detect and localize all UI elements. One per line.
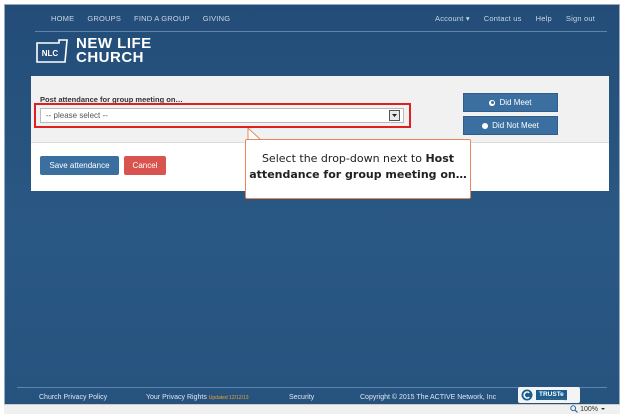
truste-sublabel: Certified Privacy (541, 397, 567, 401)
privacy-rights-link[interactable]: Your Privacy Rights Updated 12/12/13 (146, 394, 249, 401)
callout-prefix: Select the drop-down next to (261, 152, 426, 165)
nav-home-link[interactable]: HOME (51, 14, 74, 23)
save-attendance-button[interactable]: Save attendance (40, 156, 119, 175)
nav-account-menu[interactable]: Account ▾ (435, 14, 470, 23)
did-meet-radio[interactable]: Did Meet (463, 93, 558, 112)
logo-mark-text: NLC (42, 49, 59, 58)
nav-giving-link[interactable]: GIVING (203, 14, 230, 23)
security-link[interactable]: Security (289, 394, 314, 401)
radio-unselected-icon (482, 122, 489, 129)
cancel-button[interactable]: Cancel (124, 156, 166, 175)
zoom-control[interactable]: 100% (570, 405, 606, 413)
select-value: -- please select -- (46, 111, 108, 120)
did-not-meet-radio[interactable]: Did Not Meet (463, 116, 558, 135)
church-logo[interactable]: NLC NEW LIFE CHURCH (35, 36, 152, 66)
logo-line-2: CHURCH (76, 49, 144, 66)
did-meet-label: Did Meet (499, 98, 532, 107)
copyright-text: Copyright © 2015 The ACTIVE Network, Inc (360, 394, 497, 401)
nav-help-link[interactable]: Help (536, 14, 552, 23)
meeting-date-select[interactable]: -- please select -- (40, 108, 404, 123)
page-footer: Church Privacy Policy Your Privacy Right… (5, 387, 619, 405)
privacy-policy-link[interactable]: Church Privacy Policy (39, 394, 107, 401)
nav-find-group-link[interactable]: FIND A GROUP (134, 14, 190, 23)
radio-selected-icon (489, 99, 496, 106)
truste-logo-icon (521, 389, 533, 401)
chevron-down-icon (601, 408, 605, 410)
chevron-down-icon[interactable] (389, 110, 400, 121)
instruction-callout: Select the drop-down next to Host attend… (245, 139, 471, 199)
zoom-level: 100% (580, 405, 598, 413)
nav-right-links: Account ▾ Contact us Help Sign out (435, 14, 595, 23)
logo-mark-icon: NLC (36, 39, 68, 63)
logo-text: NEW LIFE CHURCH (76, 36, 152, 66)
nav-signout-link[interactable]: Sign out (566, 14, 595, 23)
nav-contact-link[interactable]: Contact us (484, 14, 522, 23)
updated-date: Updated 12/12/13 (208, 395, 249, 401)
did-not-meet-label: Did Not Meet (492, 121, 539, 130)
zoom-icon (570, 405, 579, 413)
nav-left-links: HOME GROUPS FIND A GROUP GIVING (51, 14, 230, 23)
attendance-form-area: Post attendance for group meeting on… --… (31, 76, 609, 143)
truste-badge[interactable]: TRUSTe Certified Privacy (518, 387, 580, 403)
nav-divider (35, 31, 607, 32)
browser-status-bar: 100% (4, 404, 620, 414)
top-navigation: HOME GROUPS FIND A GROUP GIVING Account … (5, 5, 619, 33)
dropdown-highlight: -- please select -- (34, 103, 411, 128)
privacy-rights-label: Your Privacy Rights (146, 394, 207, 401)
browser-window: HOME GROUPS FIND A GROUP GIVING Account … (4, 4, 620, 414)
nav-groups-link[interactable]: GROUPS (87, 14, 121, 23)
